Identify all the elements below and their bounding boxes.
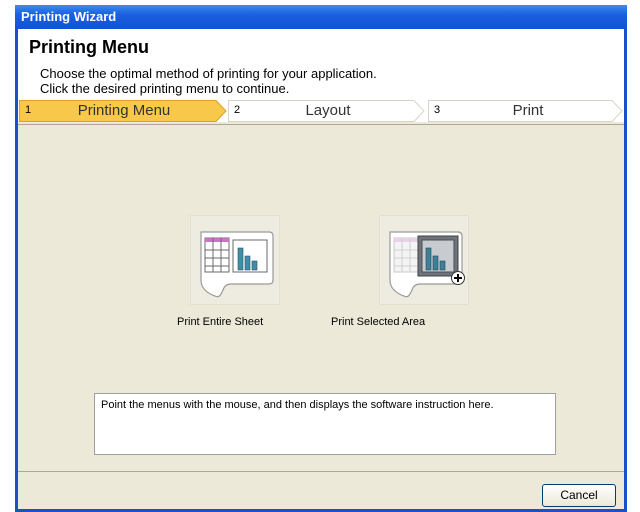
entire-sheet-icon <box>200 231 274 298</box>
step-label: Printing Menu <box>77 102 171 119</box>
instruction-box: Point the menus with the mouse, and then… <box>94 393 556 455</box>
header-separator <box>18 124 624 125</box>
footer-separator <box>18 471 624 472</box>
print-entire-sheet-label[interactable]: Print Entire Sheet <box>177 316 263 328</box>
print-entire-sheet-button[interactable] <box>190 215 280 305</box>
window-title: Printing Wizard <box>15 5 627 29</box>
step-number: 2 <box>234 104 241 116</box>
step-printing-menu: 1 Printing Menu <box>19 100 227 122</box>
page-title: Printing Menu <box>29 37 149 57</box>
print-selected-area-button[interactable] <box>379 215 469 305</box>
cancel-button[interactable]: Cancel <box>542 484 616 507</box>
wizard-steps: 1 Printing Menu 2 Layout 3 Print <box>18 100 624 122</box>
step-label: Print <box>512 102 544 119</box>
step-print: 3 Print <box>428 100 624 122</box>
step-label: Layout <box>305 102 351 119</box>
step-number: 3 <box>434 104 441 116</box>
step-layout: 2 Layout <box>228 100 426 122</box>
printing-wizard-window: Printing Wizard Printing Menu Choose the… <box>15 5 627 512</box>
step-number: 1 <box>25 104 32 116</box>
print-selected-area-label[interactable]: Print Selected Area <box>331 316 425 328</box>
header-description: Choose the optimal method of printing fo… <box>40 66 377 81</box>
selected-area-icon <box>389 231 465 298</box>
header-instruction: Click the desired printing menu to conti… <box>40 81 290 96</box>
